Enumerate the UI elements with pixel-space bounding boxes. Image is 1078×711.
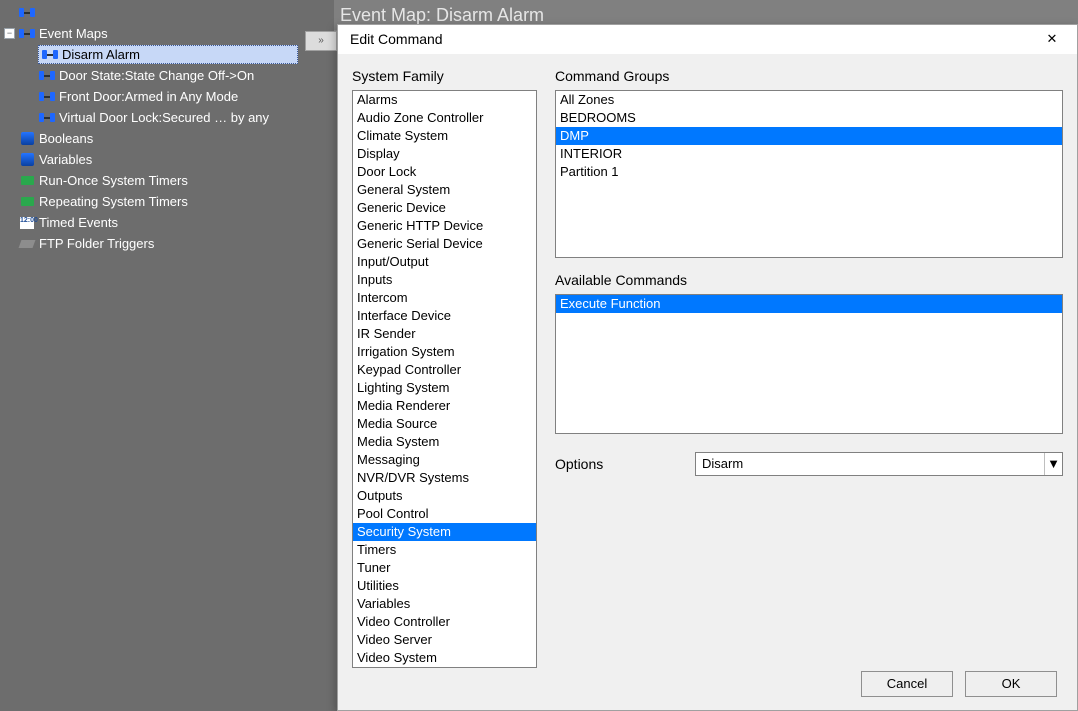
list-item[interactable]: Irrigation System	[353, 343, 536, 361]
list-item[interactable]: BEDROOMS	[556, 109, 1062, 127]
tree-item[interactable]: FTP Folder Triggers	[0, 233, 334, 254]
list-item[interactable]: Audio Zone Controller	[353, 109, 536, 127]
tree-item-label: FTP Folder Triggers	[39, 236, 154, 251]
tree-item[interactable]: Booleans	[0, 128, 334, 149]
dialog-title: Edit Command	[350, 31, 443, 47]
list-item[interactable]: Media Renderer	[353, 397, 536, 415]
close-button[interactable]: ✕	[1037, 27, 1067, 51]
list-item[interactable]: Alarms	[353, 91, 536, 109]
list-item[interactable]: Video Server	[353, 631, 536, 649]
timer-icon	[19, 173, 35, 189]
eventmap-icon	[42, 47, 58, 63]
list-item[interactable]: Media Source	[353, 415, 536, 433]
command-groups-label: Command Groups	[555, 68, 1063, 84]
tree-item[interactable]: Door State:State Change Off->On	[0, 65, 334, 86]
tree-item[interactable]: − Event Maps	[0, 23, 334, 44]
tree-item[interactable]: Disarm Alarm	[0, 44, 334, 65]
list-item[interactable]: Messaging	[353, 451, 536, 469]
tree-item[interactable]: Variables	[0, 149, 334, 170]
chevron-right-icon: »	[306, 32, 336, 50]
tree-item-label: Booleans	[39, 131, 93, 146]
list-item[interactable]: Generic Device	[353, 199, 536, 217]
available-commands-label: Available Commands	[555, 272, 1063, 288]
list-item[interactable]: Input/Output	[353, 253, 536, 271]
tree-item-label: Door State:State Change Off->On	[59, 68, 254, 83]
eventmap-icon	[39, 89, 55, 105]
edit-command-dialog: Edit Command ✕ System Family AlarmsAudio…	[337, 24, 1078, 711]
list-item[interactable]: IR Sender	[353, 325, 536, 343]
tree-item-label: Virtual Door Lock:Secured … by any	[59, 110, 269, 125]
panel-toggle[interactable]: »	[305, 31, 337, 51]
tree-item-label: Repeating System Timers	[39, 194, 188, 209]
tree-item-label: Disarm Alarm	[62, 47, 140, 62]
tree-item[interactable]: Run-Once System Timers	[0, 170, 334, 191]
variable-icon	[19, 152, 35, 168]
list-item[interactable]: Timers	[353, 541, 536, 559]
list-item[interactable]: Climate System	[353, 127, 536, 145]
ftp-icon	[19, 236, 35, 252]
list-item[interactable]: Partition 1	[556, 163, 1062, 181]
list-item[interactable]: Display	[353, 145, 536, 163]
options-value: Disarm	[702, 456, 743, 471]
list-item[interactable]: Inputs	[353, 271, 536, 289]
list-item[interactable]: Variables	[353, 595, 536, 613]
list-item[interactable]: Lighting System	[353, 379, 536, 397]
tree-item-label: Event Maps	[39, 26, 108, 41]
close-icon: ✕	[1047, 31, 1058, 47]
eventmap-icon	[39, 110, 55, 126]
list-item[interactable]: All Zones	[556, 91, 1062, 109]
system-family-label: System Family	[352, 68, 537, 84]
clock-icon: 12:00	[19, 215, 35, 231]
tree-item[interactable]: Front Door:Armed in Any Mode	[0, 86, 334, 107]
list-item[interactable]: Pool Control	[353, 505, 536, 523]
dialog-footer: Cancel OK	[338, 668, 1077, 710]
command-groups-listbox[interactable]: All ZonesBEDROOMSDMPINTERIORPartition 1	[555, 90, 1063, 258]
list-item[interactable]: Intercom	[353, 289, 536, 307]
list-item[interactable]: Generic HTTP Device	[353, 217, 536, 235]
tree-item-label: Run-Once System Timers	[39, 173, 188, 188]
list-item[interactable]: Tuner	[353, 559, 536, 577]
list-item[interactable]: NVR/DVR Systems	[353, 469, 536, 487]
list-item[interactable]: Generic Serial Device	[353, 235, 536, 253]
list-item[interactable]: Media System	[353, 433, 536, 451]
tree-expander[interactable]: −	[4, 28, 15, 39]
variable-icon	[19, 131, 35, 147]
list-item[interactable]: DMP	[556, 127, 1062, 145]
tree-item[interactable]: 12:00 Timed Events	[0, 212, 334, 233]
tree-item[interactable]	[0, 2, 334, 23]
list-item[interactable]: Video System	[353, 649, 536, 667]
list-item[interactable]: INTERIOR	[556, 145, 1062, 163]
tree-item-label: Timed Events	[39, 215, 118, 230]
eventmap-icon	[19, 5, 35, 21]
tree-item[interactable]: Virtual Door Lock:Secured … by any	[0, 107, 334, 128]
options-combobox[interactable]: Disarm ▼	[695, 452, 1063, 476]
list-item[interactable]: Outputs	[353, 487, 536, 505]
cancel-button[interactable]: Cancel	[861, 671, 953, 697]
dialog-titlebar: Edit Command ✕	[338, 25, 1077, 54]
list-item[interactable]: Utilities	[353, 577, 536, 595]
timer-icon	[19, 194, 35, 210]
available-commands-listbox[interactable]: Execute Function	[555, 294, 1063, 434]
eventmap-icon	[19, 26, 35, 42]
tree-item-label: Front Door:Armed in Any Mode	[59, 89, 238, 104]
list-item[interactable]: Video Controller	[353, 613, 536, 631]
system-family-listbox[interactable]: AlarmsAudio Zone ControllerClimate Syste…	[352, 90, 537, 668]
list-item[interactable]: Execute Function	[556, 295, 1062, 313]
options-label: Options	[555, 456, 695, 472]
ok-button[interactable]: OK	[965, 671, 1057, 697]
list-item[interactable]: Security System	[353, 523, 536, 541]
list-item[interactable]: Keypad Controller	[353, 361, 536, 379]
eventmap-icon	[39, 68, 55, 84]
tree-item-label: Variables	[39, 152, 92, 167]
list-item[interactable]: Interface Device	[353, 307, 536, 325]
chevron-down-icon: ▼	[1044, 453, 1062, 475]
list-item[interactable]: General System	[353, 181, 536, 199]
tree-item[interactable]: Repeating System Timers	[0, 191, 334, 212]
nav-tree[interactable]: − Event Maps Disarm Alarm Door State:State …	[0, 0, 334, 711]
list-item[interactable]: Door Lock	[353, 163, 536, 181]
